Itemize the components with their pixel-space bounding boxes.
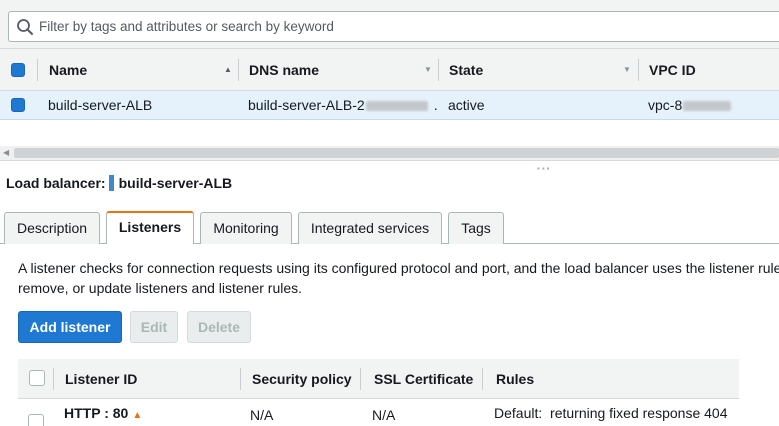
column-header-rules[interactable]: Rules bbox=[496, 359, 534, 399]
sort-descending-icon[interactable]: ▼ bbox=[623, 49, 631, 91]
vpc-id-text: vpc-8 bbox=[648, 97, 683, 113]
horizontal-scrollbar[interactable]: ◀ bbox=[0, 146, 779, 160]
select-all-checkbox[interactable] bbox=[11, 63, 25, 77]
rules-cell: Default: returning fixed response 404 bbox=[494, 405, 728, 421]
warning-icon[interactable]: ▲ bbox=[132, 410, 142, 421]
lb-dns-cell: build-server-ALB-2. bbox=[248, 91, 438, 120]
column-divider bbox=[37, 59, 38, 81]
detail-title-label: Load balancer: bbox=[6, 175, 106, 191]
column-header-security-policy[interactable]: Security policy bbox=[252, 359, 352, 399]
dns-name-suffix: . bbox=[433, 97, 438, 113]
security-policy-cell: N/A bbox=[250, 407, 274, 423]
column-divider[interactable] bbox=[638, 59, 639, 81]
lb-vpc-cell: vpc-8 bbox=[648, 91, 732, 120]
sort-descending-icon[interactable]: ▼ bbox=[424, 49, 432, 91]
lb-state-cell: active bbox=[448, 97, 485, 113]
column-divider[interactable] bbox=[238, 59, 239, 81]
listener-row-checkbox[interactable] bbox=[28, 414, 44, 426]
description-line-1: A listener checks for connection request… bbox=[18, 260, 779, 276]
column-header-state[interactable]: State bbox=[449, 49, 483, 91]
column-divider[interactable] bbox=[360, 368, 361, 390]
lb-table-header: Name ▲ DNS name ▼ State ▼ VPC ID bbox=[0, 49, 779, 91]
panel-divider bbox=[0, 160, 779, 161]
redacted-text bbox=[365, 101, 428, 112]
add-listener-button[interactable]: Add listener bbox=[18, 311, 122, 343]
status-marker bbox=[108, 175, 114, 191]
column-divider[interactable] bbox=[438, 59, 439, 81]
column-divider[interactable] bbox=[482, 368, 483, 390]
delete-button[interactable]: Delete bbox=[187, 311, 251, 343]
listener-id-cell[interactable]: HTTP : 80 ▲ bbox=[64, 400, 142, 426]
table-row[interactable]: HTTP : 80 ▲ N/A N/A Default: returning fi… bbox=[18, 400, 739, 426]
edit-button[interactable]: Edit bbox=[130, 311, 178, 343]
column-header-ssl-certificate[interactable]: SSL Certificate bbox=[374, 359, 473, 399]
scroll-left-icon[interactable]: ◀ bbox=[3, 146, 9, 160]
listener-id-text: HTTP : 80 bbox=[64, 405, 129, 421]
column-header-dns-name[interactable]: DNS name bbox=[249, 49, 319, 91]
resize-handle-icon[interactable]: ▪▪▪ bbox=[537, 164, 552, 173]
table-row[interactable]: build-server-ALB build-server-ALB-2. act… bbox=[0, 91, 779, 120]
dns-name-text: build-server-ALB-2 bbox=[248, 97, 365, 113]
description-line-2: remove, or update listeners and listener… bbox=[18, 280, 303, 296]
column-header-listener-id[interactable]: Listener ID bbox=[65, 359, 137, 399]
select-all-listeners-checkbox[interactable] bbox=[29, 370, 45, 386]
tab-description[interactable]: Description bbox=[4, 212, 100, 244]
tab-monitoring[interactable]: Monitoring bbox=[200, 212, 292, 244]
filter-bar bbox=[0, 0, 779, 49]
lb-name-cell: build-server-ALB bbox=[48, 97, 153, 113]
column-header-vpc-id[interactable]: VPC ID bbox=[649, 49, 696, 91]
sort-ascending-icon[interactable]: ▲ bbox=[224, 49, 232, 91]
filter-box[interactable] bbox=[8, 11, 779, 42]
redacted-text bbox=[683, 101, 732, 112]
column-divider[interactable] bbox=[240, 368, 241, 390]
row-checkbox[interactable] bbox=[11, 98, 25, 112]
scrollbar-thumb[interactable] bbox=[14, 148, 779, 158]
tab-integrated-services[interactable]: Integrated services bbox=[298, 212, 442, 244]
tab-tags[interactable]: Tags bbox=[448, 212, 504, 244]
detail-title: Load balancer: build-server-ALB bbox=[6, 175, 232, 191]
search-icon bbox=[17, 19, 33, 35]
detail-title-value: build-server-ALB bbox=[118, 175, 233, 191]
column-divider bbox=[53, 368, 54, 390]
filter-search-input[interactable] bbox=[39, 12, 759, 41]
listener-description: A listener checks for connection request… bbox=[18, 258, 779, 298]
ssl-certificate-cell: N/A bbox=[372, 407, 396, 423]
listener-table-header: Listener ID Security policy SSL Certific… bbox=[18, 359, 739, 399]
tab-listeners[interactable]: Listeners bbox=[106, 211, 194, 244]
column-header-name[interactable]: Name bbox=[49, 49, 87, 91]
